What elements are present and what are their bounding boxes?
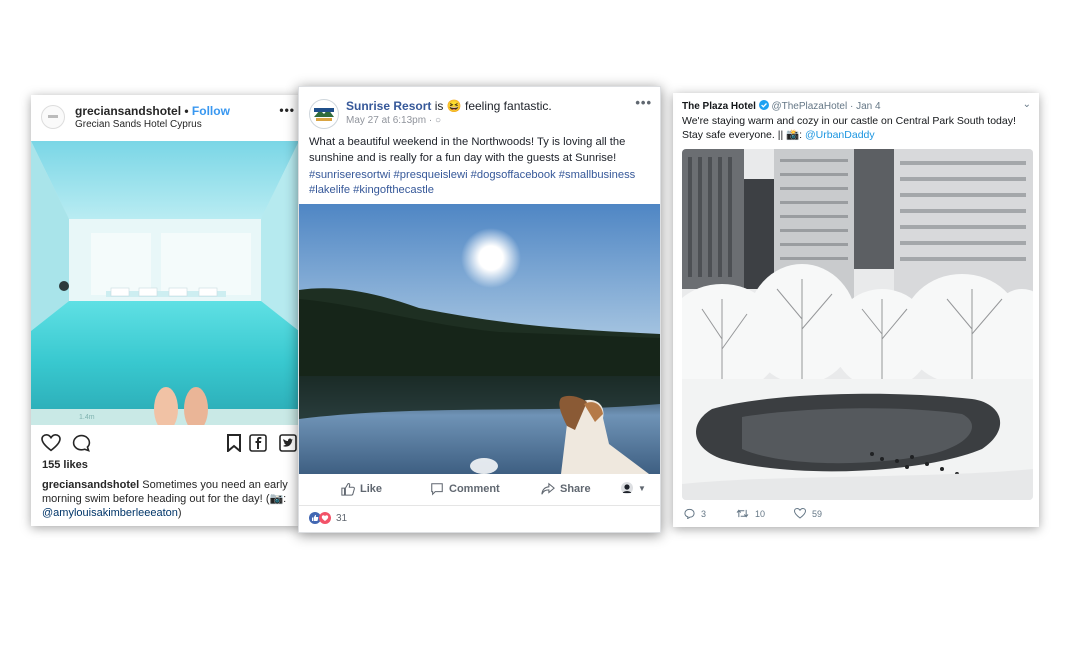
comment-icon[interactable] [72,434,91,453]
post-timestamp[interactable]: May 27 at 6:13pm · [346,115,435,126]
like-label: Like [360,483,383,495]
tweet-author-name[interactable]: The Plaza Hotel [682,101,756,112]
instagram-location[interactable]: Grecian Sands Hotel Cyprus [75,119,202,130]
separator-dot: • [184,104,189,118]
share-button[interactable]: Share [541,482,591,496]
facebook-post-card: Sunrise Resort is 😆 feeling fantastic. M… [298,86,661,533]
share-label: Share [560,483,591,495]
tweet-header: The Plaza Hotel @ThePlazaHotel · Jan 4 [682,100,881,112]
post-as-selector[interactable]: ▼ [621,482,646,494]
reply-icon [684,508,695,519]
separator-dot: · [847,101,857,112]
love-reaction-icon [319,512,331,524]
globe-icon: ○ [434,115,441,126]
likes-count[interactable]: 155 likes [42,459,88,471]
tweet-handle[interactable]: @ThePlazaHotel [771,101,847,112]
share-icon [541,482,555,495]
chevron-down-icon: ▼ [638,483,646,493]
reactions-summary[interactable]: 31 [309,512,347,524]
instagram-username-line: greciansandshotel • Follow [75,104,230,118]
comment-label: Comment [449,483,500,495]
heart-icon [794,508,806,519]
svg-text:1.4m: 1.4m [79,414,95,421]
instagram-post-header: greciansandshotel • Follow Grecian Sands… [31,95,299,141]
like-button[interactable]: Like [341,482,382,496]
pool-photo: 1.4m [31,141,299,425]
sunrise-resort-logo[interactable] [309,99,339,129]
reactions-count: 31 [336,512,348,524]
instagram-username[interactable]: greciansandshotel [75,104,181,118]
snowy-park-photo [682,149,1033,500]
retweet-button[interactable]: 10 [736,508,765,519]
reply-count: 3 [701,508,707,519]
feeling-text: feeling fantastic. [461,99,552,113]
follow-button[interactable]: Follow [192,104,230,118]
profile-avatar-icon [621,482,633,494]
facebook-post-author-line: Sunrise Resort is 😆 feeling fantastic. [346,99,552,113]
tweet-stats: 3 10 59 [682,508,882,524]
like-count: 59 [812,508,823,519]
more-options-icon[interactable]: ••• [635,95,652,110]
twitter-tweet-card: The Plaza Hotel @ThePlazaHotel · Jan 4 ⌄… [673,93,1039,527]
facebook-post-text: What a beautiful weekend in the Northwoo… [309,136,626,164]
facebook-post-date: May 27 at 6:13pm · ○ [346,115,441,126]
tweet-mention-link[interactable]: @UrbanDaddy [805,129,875,141]
verified-badge-icon [758,100,769,110]
retweet-count: 10 [755,508,766,519]
heart-icon[interactable] [41,434,61,452]
instagram-action-bar [31,431,299,457]
instagram-caption: greciansandshotel Sometimes you need an … [42,478,297,520]
lake-photo [299,204,660,474]
thumbs-up-icon [341,483,355,496]
retweet-icon [736,509,749,518]
caption-credit: (📷: [265,493,287,505]
caption-mention-link[interactable]: @amylouisakimberleeeaton [42,507,178,519]
caption-end: ) [177,507,182,519]
facebook-share-icon[interactable] [249,434,267,452]
facebook-page-name[interactable]: Sunrise Resort [346,99,431,113]
facebook-action-bar: Like Comment Share ▼ [299,475,660,506]
comment-button[interactable]: Comment [430,482,500,496]
reply-button[interactable]: 3 [684,508,706,519]
avatar[interactable] [41,105,65,129]
tweet-date[interactable]: Jan 4 [856,101,880,112]
tweet-text: We're staying warm and cozy in our castl… [682,114,1027,142]
facebook-hashtags[interactable]: #sunriseresortwi #presqueislewi #dogsoff… [309,168,651,198]
bookmark-icon[interactable] [227,434,241,452]
instagram-post-card: greciansandshotel • Follow Grecian Sands… [31,95,299,526]
feeling-emoji-icon: 😆 [446,99,462,113]
like-button[interactable]: 59 [794,508,822,519]
comment-icon [431,483,443,496]
caption-username[interactable]: greciansandshotel [42,479,139,491]
more-options-icon[interactable]: ••• [279,103,295,117]
chevron-down-icon[interactable]: ⌄ [1023,99,1031,110]
twitter-share-icon[interactable] [279,434,297,452]
facebook-is-text: is [431,99,447,113]
